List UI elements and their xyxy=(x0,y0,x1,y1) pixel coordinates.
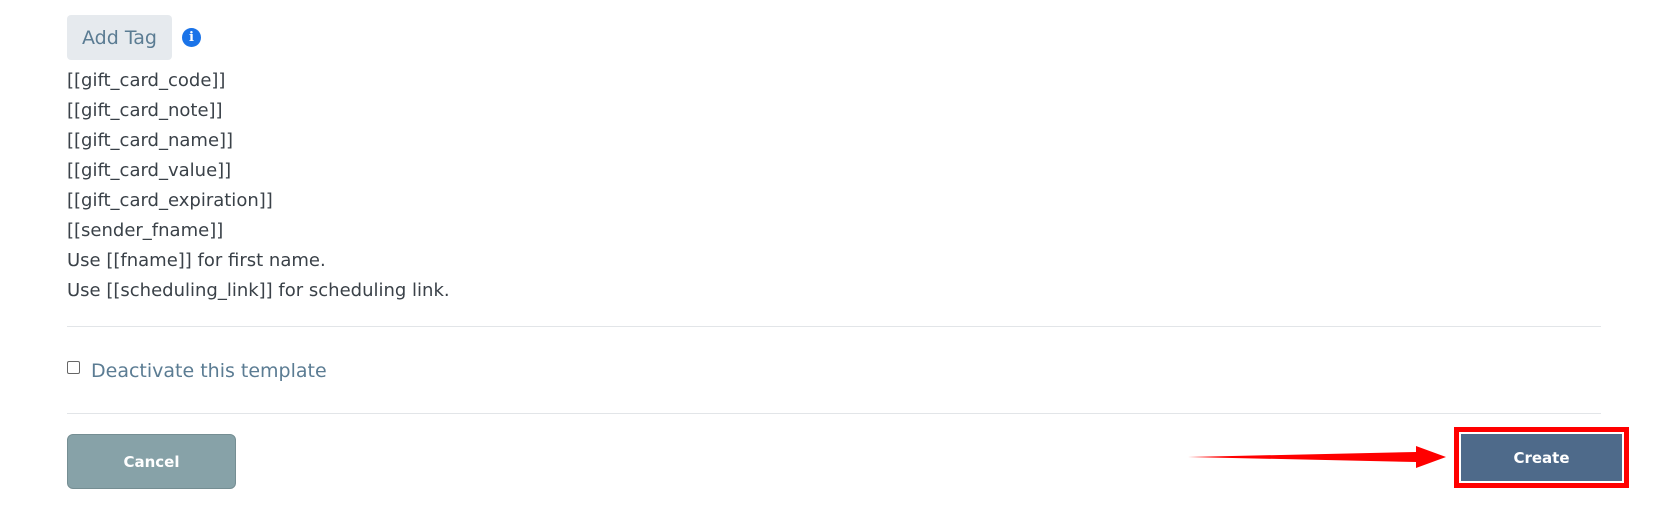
divider-top xyxy=(67,326,1601,327)
tag-item-sender-fname: [[sender_fname]] xyxy=(67,220,224,241)
top-cut-off-text xyxy=(1633,0,1638,6)
add-tag-button[interactable]: Add Tag xyxy=(67,15,172,60)
tag-item-gift-card-value: [[gift_card_value]] xyxy=(67,160,232,181)
tag-item-gift-card-code: [[gift_card_code]] xyxy=(67,70,226,91)
info-icon[interactable]: i xyxy=(182,28,201,47)
deactivate-label[interactable]: Deactivate this template xyxy=(91,360,327,382)
tag-list: [[gift_card_code]] [[gift_card_note]] [[… xyxy=(67,66,450,306)
add-tag-row: Add Tag i xyxy=(67,15,201,60)
tag-item-gift-card-note: [[gift_card_note]] xyxy=(67,100,223,121)
create-button[interactable]: Create xyxy=(1461,434,1622,481)
red-arrow-icon xyxy=(1188,446,1446,468)
deactivate-checkbox[interactable] xyxy=(67,361,80,374)
tag-hint-fname: Use [[fname]] for first name. xyxy=(67,250,326,271)
tag-hint-scheduling-link: Use [[scheduling_link]] for scheduling l… xyxy=(67,280,450,301)
tag-item-gift-card-name: [[gift_card_name]] xyxy=(67,130,234,151)
divider-bottom xyxy=(67,413,1601,414)
cancel-button[interactable]: Cancel xyxy=(67,434,236,489)
tag-item-gift-card-expiration: [[gift_card_expiration]] xyxy=(67,190,273,211)
deactivate-row: Deactivate this template xyxy=(67,360,327,382)
